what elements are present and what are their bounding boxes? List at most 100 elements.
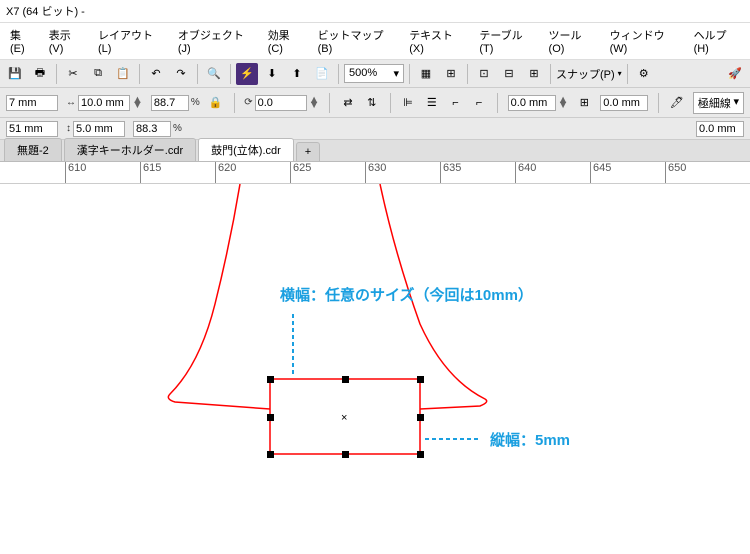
grid-sm-icon[interactable]: ⊞ (577, 92, 593, 114)
menu-bitmap[interactable]: ビットマップ(B) (312, 25, 402, 57)
menu-object[interactable]: オブジェクト(J) (172, 25, 260, 57)
chevron-down-icon: ▾ (618, 69, 622, 78)
main-toolbar: 💾 🖶 ✂ ⧉ 📋 ↶ ↷ 🔍 ⚡ ⬇ ⬆ 📄 500%▾ ▦ ⊞ ⊡ ⊟ ⊞ … (0, 60, 750, 88)
width-input[interactable] (78, 95, 130, 111)
tab-untitled[interactable]: 無題-2 (4, 138, 62, 161)
height-field: ↕ (66, 121, 125, 137)
selection-handle[interactable] (417, 376, 424, 383)
selection-handle[interactable] (417, 414, 424, 421)
import-icon[interactable]: ⬇ (261, 63, 283, 85)
pdf-icon[interactable]: 📄 (311, 63, 333, 85)
percent-label: % (191, 97, 200, 108)
paste-icon[interactable]: 📋 (112, 63, 134, 85)
menu-text[interactable]: テキスト(X) (403, 25, 471, 57)
menu-effects[interactable]: 効果(C) (262, 25, 310, 57)
stroke-select[interactable]: 極細線▾ (693, 92, 744, 114)
zoom-value: 500% (349, 67, 377, 80)
pen-icon[interactable]: 🖊 (669, 92, 685, 114)
order-icon[interactable]: ☰ (424, 92, 440, 114)
guides-icon[interactable]: ⊞ (440, 63, 462, 85)
separator (139, 64, 140, 84)
separator (497, 93, 498, 113)
tab-new[interactable]: + (296, 142, 320, 161)
publish-icon[interactable]: ⚡ (236, 63, 258, 85)
document-tabs: 無題-2 漢字キーホルダー.cdr 鼓門(立体).cdr + (0, 140, 750, 162)
width-spinner[interactable]: ▲▼ (132, 98, 143, 108)
launch-icon[interactable]: 🚀 (724, 63, 746, 85)
snap-guide-icon[interactable]: ⊟ (498, 63, 520, 85)
selection-handle[interactable] (342, 451, 349, 458)
rotation-input[interactable] (255, 95, 307, 111)
mirror-h-icon[interactable]: ⇄ (340, 92, 356, 114)
align-icon[interactable]: ⊫ (400, 92, 416, 114)
corner2-icon[interactable]: ⌐ (471, 92, 487, 114)
search-icon[interactable]: 🔍 (203, 63, 225, 85)
menu-layout[interactable]: レイアウト(L) (92, 25, 170, 57)
offset-x-input[interactable] (508, 95, 556, 111)
selection-handle[interactable] (267, 376, 274, 383)
rotate-icon: ⟳ (244, 97, 252, 108)
pos-y-field (6, 121, 58, 137)
snap-label[interactable]: スナップ(P) (556, 66, 615, 82)
scale-x-input[interactable] (151, 95, 189, 111)
export-icon[interactable]: ⬆ (286, 63, 308, 85)
zoom-select[interactable]: 500% ▾ (344, 64, 404, 83)
menu-tools[interactable]: ツール(O) (543, 25, 602, 57)
width-icon: ↔ (66, 97, 76, 108)
height-icon: ↕ (66, 123, 71, 134)
menu-view[interactable]: 表示(V) (43, 25, 90, 57)
corner-icon[interactable]: ⌐ (448, 92, 464, 114)
drawing-canvas[interactable]: × 横幅：任意のサイズ（今回は10mm） 縦幅：5mm (0, 184, 750, 554)
offset-y2-input[interactable] (696, 121, 744, 137)
center-marker: × (341, 412, 347, 424)
selection-handle[interactable] (342, 376, 349, 383)
window-title: X7 (64 ビット) - (6, 6, 85, 18)
cut-icon[interactable]: ✂ (62, 63, 84, 85)
tab-kanji[interactable]: 漢字キーホルダー.cdr (64, 138, 196, 161)
grid-icon[interactable]: ▦ (415, 63, 437, 85)
selection-handle[interactable] (267, 451, 274, 458)
annotation-height: 縦幅：5mm (490, 429, 570, 450)
scale-x-field: % (151, 95, 200, 111)
save-icon[interactable]: 💾 (4, 63, 26, 85)
print-icon[interactable]: 🖶 (29, 63, 51, 85)
separator (467, 64, 468, 84)
chevron-down-icon: ▾ (733, 95, 739, 111)
title-bar: X7 (64 ビット) - (0, 0, 750, 23)
offset-spinner[interactable]: ▲▼ (558, 98, 569, 108)
ruler-tick: 625 (290, 162, 311, 183)
snap-grid-icon[interactable]: ⊡ (473, 63, 495, 85)
menu-table[interactable]: テーブル(T) (473, 25, 540, 57)
pos-y-input[interactable] (6, 121, 58, 137)
separator (338, 64, 339, 84)
mirror-v-icon[interactable]: ⇅ (364, 92, 380, 114)
ruler-tick: 650 (665, 162, 686, 183)
selection-handle[interactable] (267, 414, 274, 421)
separator (197, 64, 198, 84)
offset-x-field: ▲▼ (508, 95, 569, 111)
redo-icon[interactable]: ↷ (170, 63, 192, 85)
separator (658, 93, 659, 113)
options-icon[interactable]: ⚙ (633, 63, 655, 85)
scale-y-input[interactable] (133, 121, 171, 137)
separator (627, 64, 628, 84)
copy-icon[interactable]: ⧉ (87, 63, 109, 85)
menu-window[interactable]: ウィンドウ(W) (604, 25, 686, 57)
tab-komon[interactable]: 鼓門(立体).cdr (198, 138, 294, 161)
pos-x-input[interactable] (6, 95, 58, 111)
separator (230, 64, 231, 84)
height-input[interactable] (73, 121, 125, 137)
horizontal-ruler[interactable]: 610 615 620 625 630 635 640 645 650 (0, 162, 750, 184)
selection-handle[interactable] (417, 451, 424, 458)
undo-icon[interactable]: ↶ (145, 63, 167, 85)
snap-object-icon[interactable]: ⊞ (523, 63, 545, 85)
offset-y-input[interactable] (600, 95, 648, 111)
chevron-down-icon: ▾ (393, 67, 399, 80)
lock-ratio-icon[interactable]: 🔒 (208, 92, 224, 114)
ruler-tick: 635 (440, 162, 461, 183)
menu-edit[interactable]: 集(E) (4, 25, 41, 57)
menu-help[interactable]: ヘルプ(H) (688, 25, 746, 57)
rotation-spinner[interactable]: ▲▼ (309, 98, 320, 108)
separator (550, 64, 551, 84)
offset-y2-field (696, 121, 744, 137)
